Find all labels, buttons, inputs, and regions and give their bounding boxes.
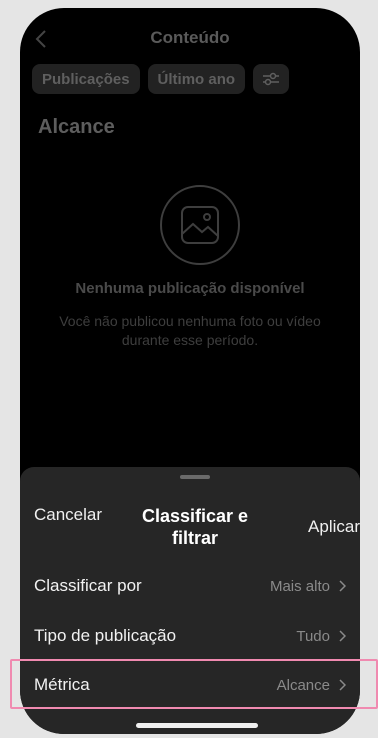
image-icon — [181, 206, 219, 244]
sheet-header: Cancelar Classificar e filtrar Aplicar — [20, 497, 360, 557]
row-value-group: Tudo — [296, 628, 346, 645]
empty-state-icon-circle — [160, 185, 240, 265]
row-value: Tudo — [296, 627, 330, 645]
filter-settings-button[interactable] — [253, 64, 290, 94]
filter-chips: Publicações Último ano — [32, 64, 290, 94]
metric-row-highlight — [10, 659, 378, 709]
page-title: Conteúdo — [150, 28, 230, 47]
apply-button[interactable]: Aplicar — [308, 517, 360, 537]
chevron-right-icon — [339, 630, 346, 642]
row-value: Mais alto — [269, 577, 330, 595]
sliders-icon — [263, 72, 280, 86]
top-bar: Conteúdo — [20, 24, 360, 60]
sheet-title: Classificar e filtrar — [141, 506, 249, 548]
sort-by-row[interactable]: Classificar por Mais alto — [20, 562, 360, 610]
section-title: Alcance — [38, 116, 115, 138]
empty-state-title: Nenhuma publicação disponível — [75, 280, 305, 297]
chip-period[interactable]: Último ano — [147, 64, 246, 94]
row-label: Tipo de publicação — [34, 626, 177, 645]
publication-type-row[interactable]: Tipo de publicação Tudo — [20, 612, 360, 660]
row-label: Classificar por — [34, 576, 142, 595]
cancel-button[interactable]: Cancelar — [34, 505, 104, 525]
home-indicator — [136, 723, 258, 728]
chip-publications[interactable]: Publicações — [32, 64, 140, 94]
row-value-group: Mais alto — [270, 578, 346, 595]
sheet-drag-handle[interactable] — [180, 475, 210, 479]
empty-state-description: Você não publicou nenhuma foto ou vídeo … — [59, 313, 321, 348]
phone-screen: Conteúdo Publicações Último ano Alcance … — [20, 8, 360, 734]
chevron-right-icon — [339, 580, 346, 592]
